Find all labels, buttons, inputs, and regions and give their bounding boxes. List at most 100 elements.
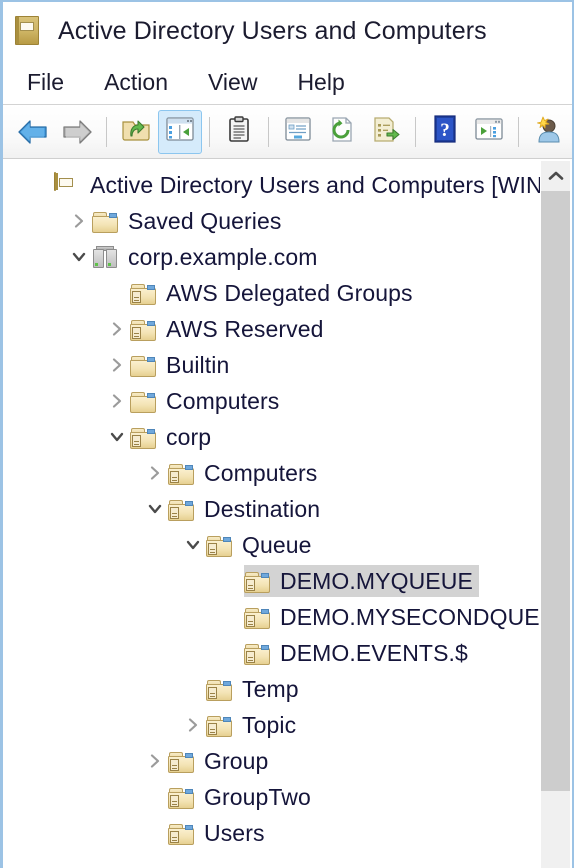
ou-folder-icon [130,284,156,305]
refresh-button[interactable] [320,110,364,154]
menu-help[interactable]: Help [294,67,347,98]
console-tree-icon [165,116,195,147]
ou-folder-icon [206,680,232,701]
tree-expander [218,568,244,594]
ou-folder-icon [244,644,270,665]
tree-item[interactable]: DEMO.MYQUEUE [6,563,540,599]
tree-item[interactable]: corp [6,419,540,455]
tree-item-label: Queue [242,531,312,558]
chevron-right-icon [150,466,160,480]
ou-folder-icon [168,752,194,773]
tree-item-label: Group [204,747,269,774]
tree-item[interactable]: Computers [6,383,540,419]
ou-folder-icon [168,464,194,485]
properties-window-icon [284,116,312,147]
domain-servers-icon [92,246,119,270]
scroll-up-button[interactable] [541,161,570,191]
tree-item[interactable]: Queue [6,527,540,563]
tree-expander [218,640,244,666]
menu-bar: File Action View Help [3,60,572,104]
menu-file[interactable]: File [24,67,67,98]
play-window-icon [474,116,504,147]
tree-expander[interactable] [142,748,168,774]
toolbar-separator [268,116,269,147]
tree-item-label: Destination [204,495,321,522]
chevron-down-icon [72,252,86,262]
tree-item[interactable]: DEMO.MYSECONDQUEUE [6,599,540,635]
toolbar-separator [415,116,416,147]
tree-item-label: Temp [242,675,299,702]
toolbar-separator [518,116,519,147]
folder-icon [130,392,156,413]
tree-expander[interactable] [104,388,130,414]
chevron-right-icon [112,394,122,408]
forward-button[interactable] [55,110,99,154]
back-button[interactable] [11,110,55,154]
tree-item[interactable]: GroupTwo [6,779,540,815]
properties-button[interactable] [276,110,320,154]
tree-expander[interactable] [104,316,130,342]
tree-expander [28,172,54,198]
page-title: Active Directory Users and Computers [58,16,487,45]
tree-expander[interactable] [104,424,130,450]
tree-expander[interactable] [66,244,92,270]
tree-item[interactable]: DEMO.EVENTS.$ [6,635,540,671]
tree-item-label: Computers [204,459,318,486]
tree-item[interactable]: AWS Reserved [6,311,540,347]
tree-item[interactable]: Saved Queries [6,203,540,239]
tree-expander[interactable] [142,496,168,522]
tree-item[interactable]: Users [6,815,540,851]
chevron-right-icon [150,754,160,768]
ou-folder-icon [168,500,194,521]
tree-item-label: Topic [242,711,297,738]
adu-c-window: Active Directory Users and Computers Fil… [0,0,574,868]
tree-item-label: DEMO.MYSECONDQUEUE [280,603,540,630]
scrollbar-thumb[interactable] [541,191,570,791]
export-list-button[interactable] [364,110,408,154]
tree-item[interactable]: AWS Delegated Groups [6,275,540,311]
tree-item-label: corp.example.com [128,243,318,270]
chevron-right-icon [188,718,198,732]
show-hide-window-button[interactable] [467,110,511,154]
tree-expander[interactable] [180,532,206,558]
folder-icon [130,356,156,377]
console-tree-panel: Active Directory Users and Computers [WI… [6,161,570,868]
tree-item-label: Active Directory Users and Computers [WI… [90,171,540,198]
tree-item-label: Users [204,819,265,846]
tree-item[interactable]: Computers [6,455,540,491]
refresh-page-icon [329,116,355,148]
folder-icon [92,212,118,233]
menu-action[interactable]: Action [101,67,171,98]
console-root-icon [54,172,79,200]
tree-item-label: DEMO.EVENTS.$ [280,639,468,666]
tree-item[interactable]: Group [6,743,540,779]
menu-view[interactable]: View [205,67,260,98]
show-hide-action-pane-button[interactable] [217,110,261,154]
tree-expander[interactable] [142,460,168,486]
tree-item[interactable]: Builtin [6,347,540,383]
folder-up-arrow-icon [121,116,151,147]
up-one-level-button[interactable] [114,110,158,154]
left-arrow-icon [17,119,49,145]
tree-view[interactable]: Active Directory Users and Computers [WI… [6,161,540,868]
tree-item[interactable]: Temp [6,671,540,707]
vertical-scrollbar[interactable] [540,161,570,868]
ou-folder-icon [130,320,156,341]
tree-expander[interactable] [104,352,130,378]
chevron-down-icon [148,504,162,514]
tree-item[interactable]: Topic [6,707,540,743]
tree-expander[interactable] [180,712,206,738]
ou-folder-icon [130,428,156,449]
tree-expander [218,604,244,630]
toolbar-separator [209,116,210,147]
new-user-button[interactable] [526,110,570,154]
tree-item-label: GroupTwo [204,783,311,810]
show-hide-console-tree-button[interactable] [158,109,202,154]
tree-item[interactable]: corp.example.com [6,239,540,275]
tree-expander[interactable] [66,208,92,234]
tree-item[interactable]: Active Directory Users and Computers [WI… [6,167,540,203]
tree-item[interactable]: Destination [6,491,540,527]
chevron-right-icon [74,214,84,228]
help-button[interactable]: ? [423,110,467,154]
chevron-down-icon [186,540,200,550]
